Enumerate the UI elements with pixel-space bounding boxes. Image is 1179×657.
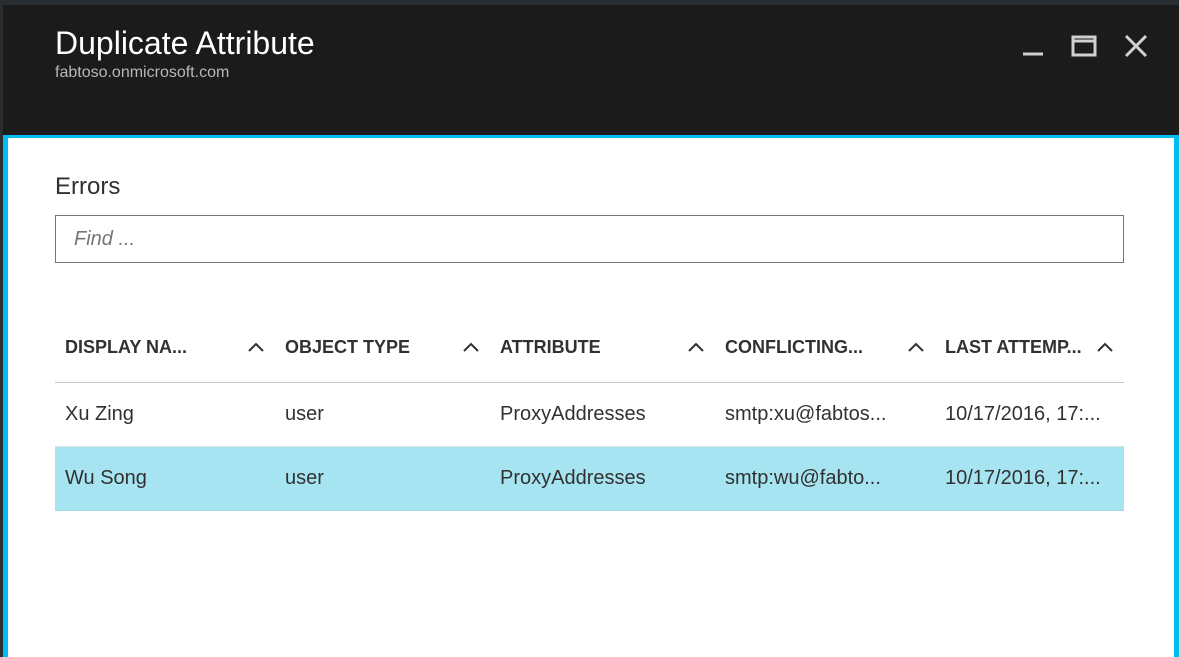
window-controls <box>1021 33 1149 59</box>
chevron-up-icon <box>907 342 925 354</box>
cell-object-type: user <box>275 383 490 447</box>
column-label: OBJECT TYPE <box>285 337 410 358</box>
minimize-icon[interactable] <box>1021 34 1045 58</box>
page-subtitle: fabtoso.onmicrosoft.com <box>55 64 1124 82</box>
column-header-last-attempt[interactable]: LAST ATTEMP... <box>935 323 1124 383</box>
errors-table: DISPLAY NA... OBJECT TYPE ATTRIBUTE <box>55 323 1124 511</box>
cell-conflicting: smtp:wu@fabto... <box>715 447 935 511</box>
chevron-up-icon <box>1096 342 1114 354</box>
table-row[interactable]: Xu Zing user ProxyAddresses smtp:xu@fabt… <box>55 383 1124 447</box>
content-area: Errors DISPLAY NA... <box>0 138 1179 511</box>
table-row[interactable]: Wu Song user ProxyAddresses smtp:wu@fabt… <box>55 447 1124 511</box>
column-header-object-type[interactable]: OBJECT TYPE <box>275 323 490 383</box>
chevron-up-icon <box>247 342 265 354</box>
cell-attribute: ProxyAddresses <box>490 383 715 447</box>
maximize-icon[interactable] <box>1071 34 1097 58</box>
column-label: CONFLICTING... <box>725 337 863 358</box>
column-label: ATTRIBUTE <box>500 337 601 358</box>
column-header-display-name[interactable]: DISPLAY NA... <box>55 323 275 383</box>
chevron-up-icon <box>462 342 480 354</box>
cell-object-type: user <box>275 447 490 511</box>
column-label: LAST ATTEMP... <box>945 337 1082 358</box>
cell-display-name: Wu Song <box>55 447 275 511</box>
column-header-conflicting[interactable]: CONFLICTING... <box>715 323 935 383</box>
cell-last-attempt: 10/17/2016, 17:... <box>935 383 1124 447</box>
cell-display-name: Xu Zing <box>55 383 275 447</box>
chevron-up-icon <box>687 342 705 354</box>
window-header: Duplicate Attribute fabtoso.onmicrosoft.… <box>0 0 1179 138</box>
section-heading: Errors <box>55 173 1124 201</box>
cell-attribute: ProxyAddresses <box>490 447 715 511</box>
close-icon[interactable] <box>1123 33 1149 59</box>
column-label: DISPLAY NA... <box>65 337 187 358</box>
search-input[interactable] <box>55 215 1124 263</box>
column-header-attribute[interactable]: ATTRIBUTE <box>490 323 715 383</box>
page-title: Duplicate Attribute <box>55 25 1124 62</box>
cell-conflicting: smtp:xu@fabtos... <box>715 383 935 447</box>
cell-last-attempt: 10/17/2016, 17:... <box>935 447 1124 511</box>
